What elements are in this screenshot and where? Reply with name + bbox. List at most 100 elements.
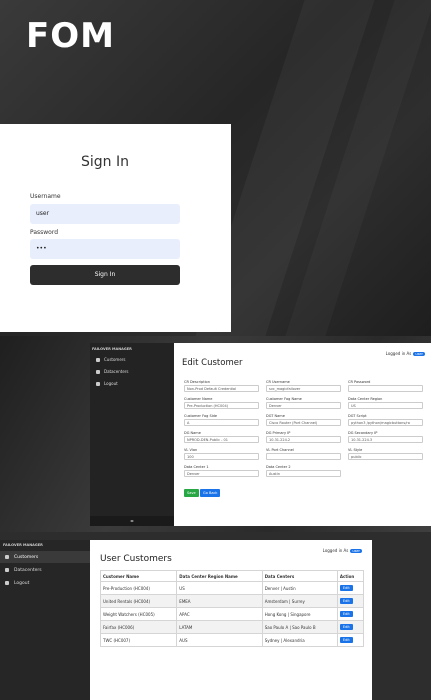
table-cell: EMEA — [176, 594, 263, 608]
field-label: DG Primary IP — [266, 431, 291, 435]
field-input[interactable]: svc_magicfailover — [266, 385, 341, 392]
sidebar-item-logout[interactable]: Logout — [96, 381, 118, 386]
field-label: Customer Fog Name — [266, 397, 302, 401]
logged-in-label: Logged in As — [385, 351, 412, 356]
table-row: TWC (HC007) AUS Sydney | Alexandria Edit — [99, 633, 365, 647]
sidebar-item-label: Logout — [104, 381, 118, 386]
sidebar-brand: FAILOVER MANAGER — [3, 543, 43, 547]
signin-title: Sign In — [81, 154, 129, 170]
user-badge: user — [350, 548, 362, 553]
sidebar-item-label: Datacenters — [104, 369, 129, 374]
sidebar-item-customers[interactable]: Customers — [96, 357, 126, 362]
customers-table: Customer Name Data Center Region Name Da… — [99, 570, 365, 647]
username-label: Username — [30, 193, 61, 200]
table-cell: AUS — [176, 633, 263, 647]
users-icon — [96, 357, 100, 362]
sidebar-item-label: Customers — [104, 357, 126, 362]
field-label: Data Center 1 — [184, 465, 209, 469]
column-header: Action — [336, 570, 365, 582]
table-cell: Edit — [336, 633, 365, 647]
logged-in-indicator: Logged in As user — [323, 548, 362, 553]
table-cell: Amsterdam | Surrey — [261, 594, 338, 608]
table-cell: Hong Kong | Singapore — [261, 607, 338, 621]
table-cell: Edit — [336, 594, 365, 608]
edit-button[interactable]: Edit — [339, 624, 353, 630]
table-cell: Edit — [336, 607, 365, 621]
field-label: Data Center 2 — [266, 465, 291, 469]
sidebar: FAILOVER MANAGER Customers Datacenters L… — [0, 540, 90, 700]
table-cell: Sydney | Alexandria — [261, 633, 338, 647]
save-button[interactable]: Save — [184, 489, 199, 497]
field-input[interactable]: 10.31.224.3 — [348, 436, 423, 443]
field-input[interactable]: A — [184, 419, 259, 426]
table-cell: Denver | Austin — [261, 581, 338, 595]
sidebar-toggle[interactable]: ◂▸ — [90, 516, 174, 526]
app-logo: FOM — [26, 16, 115, 56]
field-label: CR Username — [266, 380, 290, 384]
edit-button[interactable]: Edit — [339, 611, 353, 617]
logout-icon — [96, 381, 100, 386]
field-input[interactable]: Austin — [266, 470, 341, 477]
column-header: Customer Name — [99, 570, 178, 582]
sidebar-item-customers[interactable]: Customers — [0, 551, 90, 563]
field-label: VL Port Channel — [266, 448, 294, 452]
user-customers-panel: Logged in As user User Customers Custome… — [90, 540, 372, 700]
signin-card: Sign In Username user Password ••• Sign … — [0, 124, 231, 332]
field-input[interactable]: Denver — [266, 402, 341, 409]
field-input[interactable]: US — [348, 402, 423, 409]
table-cell: Edit — [336, 581, 365, 595]
edit-customer-panel: Logged in As user Edit Customer CR Descr… — [174, 343, 431, 526]
table-cell: United Rentals (HC004) — [99, 594, 178, 608]
go-back-button[interactable]: Go Back — [200, 489, 221, 497]
sidebar-brand: FAILOVER MANAGER — [92, 347, 132, 351]
field-input[interactable]: public — [348, 453, 423, 460]
table-cell: Pre-Production (HC004) — [99, 581, 178, 595]
field-input[interactable]: 10.31.224.2 — [266, 436, 341, 443]
username-input[interactable]: user — [30, 204, 180, 224]
table-row: Fairfax (HC006) LATAM Sao Paulo A | Sao Pa… — [99, 620, 365, 634]
table-cell: US — [176, 581, 263, 595]
field-input[interactable]: Cisco Router (Port Channel) — [266, 419, 341, 426]
sidebar-item-label: Datacenters — [14, 567, 42, 573]
edit-button[interactable]: Edit — [339, 585, 353, 591]
sidebar-item-datacenters[interactable]: Datacenters — [0, 564, 90, 576]
field-input[interactable]: 100 — [184, 453, 259, 460]
field-input[interactable]: python3 /python/magicbuttons/ro — [348, 419, 423, 426]
field-label: Customer Fog Side — [184, 414, 218, 418]
sidebar: FAILOVER MANAGER Customers Datacenters L… — [90, 343, 174, 526]
field-input[interactable] — [266, 453, 341, 460]
table-row: Pre-Production (HC004) US Denver | Austin E… — [99, 581, 365, 595]
table-cell: Sao Paulo A | Sao Paulo B — [261, 620, 338, 634]
sidebar-item-label: Customers — [14, 554, 39, 560]
field-input[interactable]: Non-Prod Default Credential — [184, 385, 259, 392]
table-cell: Edit — [336, 620, 365, 634]
column-header: Data Centers — [261, 570, 338, 582]
edit-button[interactable]: Edit — [339, 598, 353, 604]
field-input[interactable] — [348, 385, 423, 392]
password-input[interactable]: ••• — [30, 239, 180, 259]
table-cell: TWC (HC007) — [99, 633, 178, 647]
edit-button[interactable]: Edit — [339, 637, 353, 643]
field-label: DGT Script — [348, 414, 367, 418]
logout-icon — [5, 581, 9, 585]
page-title: Edit Customer — [182, 358, 243, 368]
field-label: DGT Name — [266, 414, 285, 418]
field-input[interactable]: NPROD-DEN-Public - 01 — [184, 436, 259, 443]
page-title: User Customers — [100, 554, 172, 564]
table-cell: LATAM — [176, 620, 263, 634]
table-row: United Rentals (HC004) EMEA Amsterdam | Su… — [99, 594, 365, 608]
password-label: Password — [30, 229, 59, 236]
sidebar-item-datacenters[interactable]: Datacenters — [96, 369, 129, 374]
field-input[interactable]: Denver — [184, 470, 259, 477]
server-icon — [5, 568, 9, 572]
signin-button[interactable]: Sign In — [30, 265, 180, 285]
server-icon — [96, 369, 100, 374]
field-input[interactable]: Pre-Production (HC004) — [184, 402, 259, 409]
users-icon — [5, 555, 9, 559]
table-cell: Weight Watchers (HC005) — [99, 607, 178, 621]
field-label: DG Secondary IP — [348, 431, 378, 435]
field-label: CR Description — [184, 380, 210, 384]
sidebar-item-logout[interactable]: Logout — [0, 577, 90, 589]
user-badge: user — [413, 351, 425, 356]
field-label: DG Name — [184, 431, 201, 435]
